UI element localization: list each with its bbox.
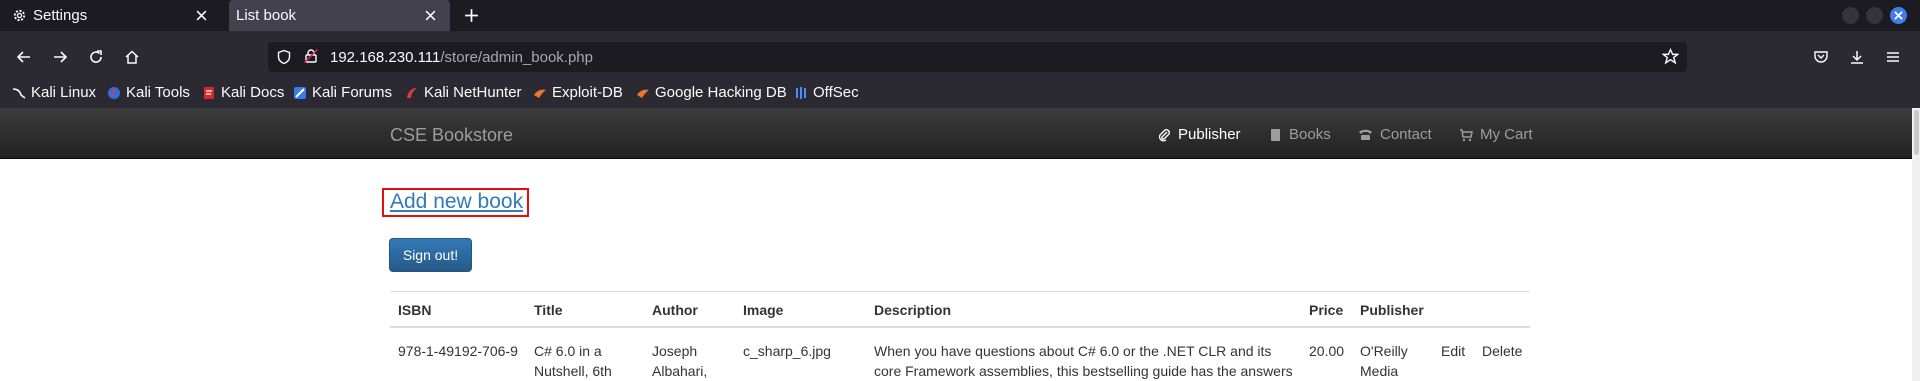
maximize-icon[interactable] bbox=[1866, 7, 1883, 24]
nav-link-my-cart[interactable]: My Cart bbox=[1459, 126, 1533, 143]
cell-title: C# 6.0 in a Nutshell, 6th bbox=[534, 341, 612, 381]
header-image: Image bbox=[743, 302, 784, 318]
header-author: Author bbox=[652, 302, 698, 318]
cell-publisher-line: Media bbox=[1360, 363, 1399, 379]
header-isbn: ISBN bbox=[398, 302, 432, 318]
cell-isbn: 978-1-49192-706-9 bbox=[398, 343, 518, 359]
bookmark-label: Kali Tools bbox=[126, 84, 190, 101]
new-tab-icon[interactable] bbox=[462, 6, 480, 24]
header-publisher: Publisher bbox=[1360, 302, 1424, 318]
nav-link-label: Publisher bbox=[1178, 126, 1241, 143]
site-brand[interactable]: CSE Bookstore bbox=[390, 125, 513, 146]
cell-author: Joseph Albahari, bbox=[652, 341, 707, 381]
kali-forums-icon bbox=[294, 86, 306, 99]
header-bottom-border bbox=[390, 326, 1530, 328]
paperclip-icon bbox=[1157, 128, 1171, 142]
table-top-border bbox=[390, 291, 1530, 292]
phone-icon bbox=[1358, 128, 1373, 141]
nav-link-books[interactable]: Books bbox=[1269, 126, 1331, 143]
cell-publisher: O'Reilly Media bbox=[1360, 341, 1408, 381]
bookmark-kali-nethunter[interactable]: Kali NetHunter bbox=[405, 84, 522, 101]
kali-docs-icon bbox=[204, 86, 214, 99]
forward-arrow-icon[interactable] bbox=[50, 47, 70, 67]
ghdb-icon bbox=[637, 89, 649, 98]
reload-icon[interactable] bbox=[86, 47, 106, 67]
add-new-book-link[interactable]: Add new book bbox=[390, 190, 523, 214]
cart-icon bbox=[1459, 128, 1473, 142]
bookmark-kali-tools[interactable]: Kali Tools bbox=[107, 84, 190, 101]
insecure-lock-icon[interactable] bbox=[303, 48, 319, 69]
tab-settings[interactable]: Settings bbox=[0, 0, 221, 31]
cell-publisher-line: O'Reilly bbox=[1360, 343, 1408, 359]
bookmark-label: Kali Forums bbox=[312, 84, 393, 101]
header-price: Price bbox=[1309, 302, 1344, 318]
book-icon bbox=[1269, 128, 1282, 142]
gear-icon bbox=[11, 8, 27, 24]
cell-title-line: C# 6.0 in a bbox=[534, 343, 602, 359]
menu-icon[interactable] bbox=[1883, 47, 1903, 67]
bookmark-kali-docs[interactable]: Kali Docs bbox=[202, 84, 284, 101]
site-navbar bbox=[0, 108, 1920, 159]
nav-link-contact[interactable]: Contact bbox=[1358, 126, 1432, 143]
edit-link[interactable]: Edit bbox=[1441, 341, 1465, 361]
cell-author-line: Joseph bbox=[652, 343, 698, 359]
offsec-icon bbox=[796, 86, 806, 99]
bookmark-label: Exploit-DB bbox=[552, 84, 623, 101]
url-text[interactable]: 192.168.230.111/store/admin_book.php bbox=[330, 49, 593, 66]
cell-price: 20.00 bbox=[1309, 343, 1345, 359]
bookmark-label: OffSec bbox=[813, 84, 859, 101]
cell-description: When you have questions about C# 6.0 or … bbox=[874, 341, 1293, 381]
exploit-db-icon bbox=[534, 89, 546, 98]
downloads-icon[interactable] bbox=[1847, 47, 1867, 67]
nethunter-icon bbox=[407, 87, 417, 98]
bookmark-label: Google Hacking DB bbox=[655, 84, 787, 101]
close-icon[interactable] bbox=[193, 7, 209, 23]
minimize-icon[interactable] bbox=[1842, 7, 1859, 24]
bookmark-label: Kali Docs bbox=[221, 84, 285, 101]
bookmark-kali-forums[interactable]: Kali Forums bbox=[293, 84, 392, 101]
cell-title-line: Nutshell, 6th bbox=[534, 363, 612, 379]
scrollbar-thumb[interactable] bbox=[1914, 110, 1919, 155]
sign-out-button[interactable]: Sign out! bbox=[389, 238, 472, 272]
cell-image: c_sharp_6.jpg bbox=[743, 343, 831, 359]
back-arrow-icon[interactable] bbox=[14, 47, 34, 67]
url-path: /store/admin_book.php bbox=[440, 49, 593, 66]
cell-description-line: core Framework assemblies, this bestsell… bbox=[874, 363, 1293, 379]
bookmark-star-icon[interactable] bbox=[1661, 47, 1680, 70]
cell-author-line: Albahari, bbox=[652, 363, 708, 379]
nav-link-label: Contact bbox=[1380, 126, 1432, 143]
pocket-icon[interactable] bbox=[1811, 47, 1831, 67]
tab-list-book[interactable]: List book bbox=[229, 0, 450, 31]
bookmark-kali-linux[interactable]: Kali Linux bbox=[12, 84, 96, 101]
bookmark-exploit-db[interactable]: Exploit-DB bbox=[533, 84, 623, 101]
delete-link[interactable]: Delete bbox=[1482, 341, 1522, 361]
header-title: Title bbox=[534, 302, 563, 318]
bookmark-google-hacking-db[interactable]: Google Hacking DB bbox=[636, 84, 787, 101]
tab-title: Settings bbox=[33, 7, 88, 24]
close-icon[interactable] bbox=[422, 7, 438, 23]
page-content: CSE Bookstore Publisher Books Contact My… bbox=[0, 108, 1920, 381]
home-icon[interactable] bbox=[122, 47, 142, 67]
bookmark-label: Kali Linux bbox=[31, 84, 97, 101]
bookmark-offsec[interactable]: OffSec bbox=[794, 84, 859, 101]
bookmark-label: Kali NetHunter bbox=[424, 84, 522, 101]
url-host: 192.168.230.111 bbox=[330, 49, 441, 66]
bookmarks-toolbar bbox=[0, 81, 1920, 108]
kali-dragon-icon bbox=[12, 87, 26, 99]
kali-tools-icon bbox=[108, 86, 120, 99]
cell-description-line: When you have questions about C# 6.0 or … bbox=[874, 343, 1272, 359]
page-scrollbar[interactable] bbox=[1912, 108, 1920, 381]
nav-link-label: My Cart bbox=[1480, 126, 1533, 143]
shield-icon[interactable] bbox=[276, 49, 292, 70]
tab-title: List book bbox=[236, 7, 297, 24]
nav-link-label: Books bbox=[1289, 126, 1331, 143]
header-description: Description bbox=[874, 302, 952, 318]
window-close-icon[interactable] bbox=[1890, 7, 1907, 24]
nav-link-publisher[interactable]: Publisher bbox=[1157, 126, 1241, 143]
